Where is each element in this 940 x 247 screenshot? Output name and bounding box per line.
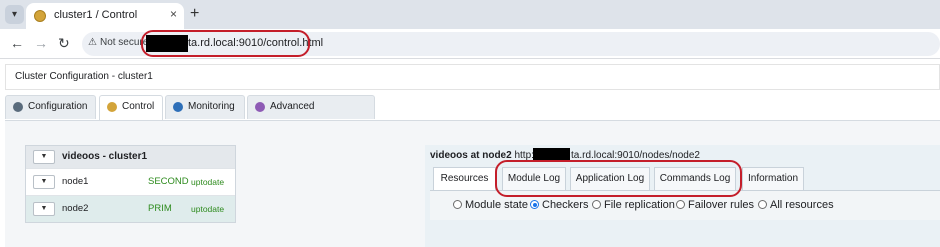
cluster-dropdown-button[interactable]: ▼ [33,150,55,164]
table-row[interactable]: ▼ node2 PRIM uptodate [26,195,235,222]
security-indicator[interactable]: ⚠ Not secure [88,37,148,48]
monitoring-icon [173,102,183,112]
reload-icon[interactable]: ↻ [58,34,70,52]
radio-all-resources[interactable]: All resources [758,199,834,211]
back-arrow-icon[interactable]: ← [10,34,24,52]
node-name: node1 [62,176,89,187]
tab-advanced-configuration[interactable]: Advanced Configuration [247,95,375,134]
browser-tab-strip: ▾ cluster1 / Control × + [0,0,940,29]
tab-label: Monitoring [188,101,235,112]
tab-favicon-icon [34,10,46,22]
radio-module-state[interactable]: Module state [453,199,528,211]
radio-label: All resources [770,199,834,211]
radio-button[interactable] [453,200,462,209]
radio-button[interactable] [592,200,601,209]
url-highlight-ring [141,30,310,57]
tab-control[interactable]: Control [99,95,163,120]
control-icon [107,102,117,112]
radio-label: Module state [465,199,528,211]
tab-monitoring[interactable]: Monitoring [165,95,245,119]
radio-button[interactable] [758,200,767,209]
tab-close-icon[interactable]: × [170,7,177,21]
radio-button[interactable] [676,200,685,209]
warning-icon: ⚠ [88,37,97,48]
new-tab-button[interactable]: + [190,5,199,23]
tab-title: cluster1 / Control [54,9,138,21]
radio-file-replication[interactable]: File replication [592,199,675,211]
browser-tab[interactable]: cluster1 / Control × [26,3,184,29]
table-row[interactable]: ▼ node1 SECOND uptodate [26,168,235,195]
tab-resources[interactable]: Resources [433,167,496,190]
radio-failover-rules[interactable]: Failover rules [676,199,754,211]
forward-arrow-icon[interactable]: → [34,34,48,52]
node-role: PRIM [148,203,172,214]
radio-label: Checkers [542,199,589,211]
panel-heading-title: videoos at node2 [430,150,512,161]
radio-button-selected[interactable] [530,200,539,209]
page-title: Cluster Configuration - cluster1 [15,71,153,82]
radio-label: Failover rules [688,199,755,211]
configuration-icon [13,102,23,112]
page-header: Cluster Configuration - cluster1 [5,64,940,90]
radio-checkers[interactable]: Checkers [530,199,588,211]
cluster-title: videoos - cluster1 [62,151,148,162]
node-name: node2 [62,203,89,214]
tab-label: Control [122,101,155,112]
cluster-table: ▼ videoos - cluster1 ▼ node1 SECOND upto… [25,145,236,223]
tab-information[interactable]: Information [742,167,804,190]
advanced-configuration-icon [255,102,265,112]
tab-configuration[interactable]: Configuration [5,95,96,119]
node-role: SECOND [148,176,189,187]
tab-label: Configuration [28,101,88,112]
cluster-header: ▼ videoos - cluster1 [26,146,235,168]
log-tabs-highlight-ring [495,160,742,197]
radio-label: File replication [604,199,675,211]
node-status: uptodate [191,204,225,214]
node-status: uptodate [191,177,225,187]
app-tab-bar: Configuration Control Monitoring Advance… [5,95,940,134]
tab-search-button[interactable]: ▾ [5,5,24,24]
node-dropdown-button[interactable]: ▼ [33,175,55,189]
node-dropdown-button[interactable]: ▼ [33,202,55,216]
